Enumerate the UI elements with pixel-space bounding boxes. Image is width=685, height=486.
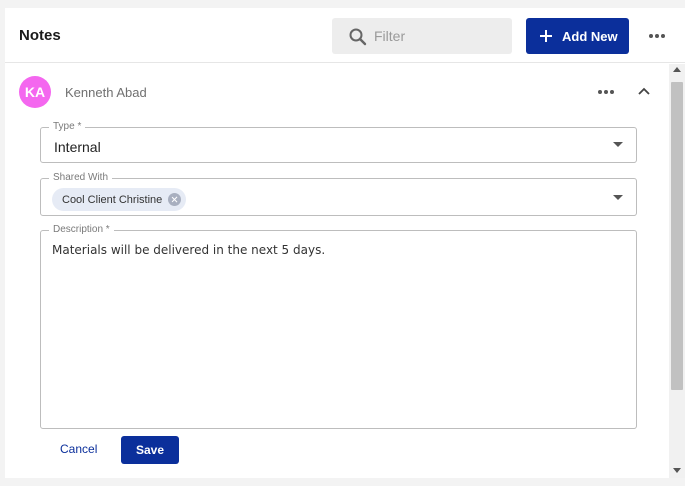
note-more-options-icon[interactable]: [595, 83, 617, 101]
filter-box[interactable]: [332, 18, 512, 54]
note-author: Kenneth Abad: [65, 85, 147, 100]
notes-panel: Notes Add New KA Kenneth Abad: [5, 8, 685, 478]
search-icon: [349, 28, 367, 46]
cancel-button[interactable]: Cancel: [60, 442, 97, 456]
description-label: Description *: [49, 223, 114, 237]
shared-with-label: Shared With: [49, 171, 113, 185]
scrollbar[interactable]: [669, 64, 685, 478]
shared-with-select[interactable]: Shared With Cool Client Christine: [40, 171, 637, 216]
chevron-up-icon[interactable]: [635, 83, 653, 101]
page-title: Notes: [19, 27, 61, 44]
remove-chip-icon[interactable]: [168, 193, 182, 206]
type-label: Type *: [49, 120, 86, 134]
type-select[interactable]: Type * Internal: [40, 120, 637, 163]
chip-label: Cool Client Christine: [62, 193, 163, 206]
description-input[interactable]: Materials will be delivered in the next …: [52, 241, 627, 421]
add-new-label: Add New: [562, 28, 618, 44]
dropdown-caret-icon[interactable]: [613, 195, 623, 200]
filter-input[interactable]: [374, 18, 504, 54]
more-options-icon[interactable]: [647, 27, 667, 45]
scroll-down-arrow-icon[interactable]: [673, 468, 681, 473]
description-field[interactable]: Description * Materials will be delivere…: [40, 223, 637, 429]
shared-chip: Cool Client Christine: [52, 188, 187, 211]
scroll-up-arrow-icon[interactable]: [673, 67, 681, 72]
dropdown-caret-icon[interactable]: [613, 142, 623, 147]
scrollbar-thumb[interactable]: [671, 82, 683, 390]
save-button[interactable]: Save: [121, 436, 179, 464]
notes-header: Notes Add New: [5, 8, 685, 63]
type-value: Internal: [54, 139, 101, 155]
plus-icon: [540, 30, 552, 42]
add-new-button[interactable]: Add New: [526, 18, 629, 54]
avatar: KA: [19, 76, 51, 108]
